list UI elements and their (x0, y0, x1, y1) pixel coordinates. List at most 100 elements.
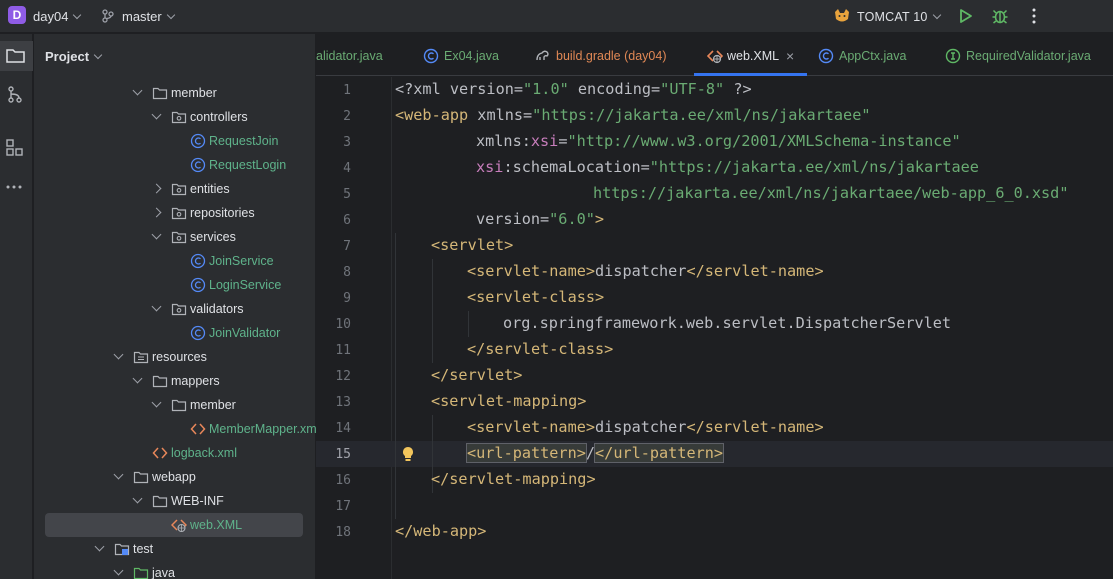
line-number[interactable]: 14 (316, 421, 351, 436)
tree-item-logback-xml[interactable]: logback.xml (34, 441, 315, 465)
chevron-down-icon[interactable] (132, 493, 143, 504)
code-line-2: <web-app xmlns="https://jakarta.ee/xml/n… (395, 106, 871, 124)
chevron-down-icon[interactable] (151, 301, 162, 312)
tree-item-label: member (171, 86, 217, 100)
tree-item-joinvalidator[interactable]: JoinValidator (34, 321, 315, 345)
run-configuration-selector[interactable]: TOMCAT 10 (857, 10, 941, 24)
branch-switcher[interactable]: master (122, 9, 175, 24)
tree-item-loginservice[interactable]: LoginService (34, 273, 315, 297)
tree-item-entities[interactable]: entities (34, 177, 315, 201)
project-badge[interactable]: D (8, 6, 26, 24)
line-number[interactable]: 1 (316, 83, 351, 98)
code-line-6: version="6.0"> (476, 210, 604, 228)
tag: <servlet-mapping> (431, 392, 587, 410)
tree-item-membermapper-xml[interactable]: MemberMapper.xml (34, 417, 319, 441)
chevron-down-icon[interactable] (113, 565, 124, 576)
xml-file-icon (190, 423, 206, 435)
code-editor[interactable]: 1 2 3 4 5 6 7 8 9 10 11 12 13 14 15 16 17 18 <?xml versio… (316, 77, 1113, 579)
line-number[interactable]: 3 (316, 135, 351, 150)
line-number[interactable]: 10 (316, 317, 351, 332)
tree-item-validators[interactable]: validators (34, 297, 315, 321)
tree-item-member[interactable]: member (34, 393, 315, 417)
project-switcher[interactable]: day04 (33, 9, 82, 24)
line-number[interactable]: 13 (316, 395, 351, 410)
debug-icon[interactable] (991, 7, 1009, 25)
run-icon[interactable] (959, 8, 973, 24)
attribute-name: xmlns: (476, 132, 531, 150)
xml-declaration: <?xml version= (395, 80, 524, 98)
line-number[interactable]: 2 (316, 109, 351, 124)
tab-label: web.XML (727, 49, 780, 63)
tag: </servlet-mapping> (431, 470, 596, 488)
line-number[interactable]: 15 (316, 447, 351, 462)
tree-item-webapp[interactable]: webapp (34, 465, 315, 489)
more-vertical-icon[interactable] (1032, 8, 1036, 24)
editor-line[interactable]: 11 (316, 337, 1113, 363)
chevron-down-icon[interactable] (94, 541, 105, 552)
tab-build-gradle[interactable]: build.gradle (day04) (532, 34, 692, 76)
chevron-down-icon[interactable] (151, 397, 162, 408)
chevron-right-icon[interactable] (151, 183, 162, 194)
tree-item-mappers[interactable]: mappers (34, 369, 315, 393)
folder-icon (133, 471, 149, 484)
more-tools-button[interactable] (0, 172, 33, 202)
project-panel-header[interactable]: Project (45, 49, 103, 64)
tree-item-repositories[interactable]: repositories (34, 201, 315, 225)
tree-item-services[interactable]: services (34, 225, 315, 249)
commit-tool-button[interactable] (0, 80, 33, 110)
chevron-down-icon[interactable] (113, 349, 124, 360)
tag: </servlet-name> (686, 418, 824, 436)
tree-item-resources[interactable]: resources (34, 345, 315, 369)
line-number[interactable]: 18 (316, 525, 351, 540)
tree-item-joinservice[interactable]: JoinService (34, 249, 315, 273)
tree-item-controllers[interactable]: controllers (34, 105, 315, 129)
tag: <servlet-name> (467, 418, 596, 436)
structure-tool-button[interactable] (0, 132, 33, 162)
chevron-down-icon[interactable] (151, 109, 162, 120)
string-literal: "https://jakarta.ee/xml/ns/jakartaee (649, 158, 979, 176)
chevron-down-icon[interactable] (151, 229, 162, 240)
tab-required-validator[interactable]: RequiredValidator.java (943, 34, 1113, 76)
tree-item-test[interactable]: test (34, 537, 315, 561)
tag: <web-app (395, 106, 469, 124)
git-branch-icon[interactable] (102, 9, 114, 23)
line-number[interactable]: 6 (316, 213, 351, 228)
editor-line[interactable]: 17 (316, 493, 1113, 519)
structure-icon (6, 139, 23, 156)
tab-appctx[interactable]: AppCtx.java (816, 34, 926, 76)
editor-line[interactable]: 9 (316, 285, 1113, 311)
tree-item-requestjoin[interactable]: RequestJoin (34, 129, 315, 153)
line-number[interactable]: 17 (316, 499, 351, 514)
line-number[interactable]: 16 (316, 473, 351, 488)
code-line-16: </servlet-mapping> (431, 470, 596, 488)
line-number[interactable]: 8 (316, 265, 351, 280)
line-number[interactable]: 5 (316, 187, 351, 202)
tree-item-web-xml[interactable]: web.XML (45, 513, 303, 537)
line-number[interactable]: 7 (316, 239, 351, 254)
line-number[interactable]: 4 (316, 161, 351, 176)
line-number[interactable]: 11 (316, 343, 351, 358)
tree-item-requestlogin[interactable]: RequestLogin (34, 153, 315, 177)
chevron-down-icon[interactable] (113, 469, 124, 480)
tree-item-member[interactable]: member (34, 81, 315, 105)
tag: <servlet-class> (467, 288, 605, 306)
close-icon[interactable]: × (786, 48, 794, 64)
tab-ex04[interactable]: Ex04.java (420, 34, 524, 76)
tag: </servlet-name> (686, 262, 824, 280)
tab-validator[interactable]: alidator.java (316, 34, 408, 76)
folder-icon (171, 399, 187, 412)
line-number[interactable]: 12 (316, 369, 351, 384)
chevron-right-icon[interactable] (151, 207, 162, 218)
line-number[interactable]: 9 (316, 291, 351, 306)
tree-item-java[interactable]: java (34, 561, 315, 579)
chevron-down-icon[interactable] (132, 85, 143, 96)
code-line-15: <url-pattern>/</url-pattern> (466, 443, 725, 463)
editor-tab-bar: alidator.java Ex04.java build.gradle (da… (316, 34, 1113, 76)
code-line-12: </servlet> (431, 366, 522, 384)
tab-web-xml[interactable]: web.XML × (694, 34, 807, 76)
editor-line[interactable]: 6 (316, 207, 1113, 233)
lightbulb-icon[interactable] (402, 446, 414, 462)
chevron-down-icon[interactable] (132, 373, 143, 384)
tree-item-web-inf[interactable]: WEB-INF (34, 489, 315, 513)
project-tool-button[interactable] (0, 41, 33, 71)
